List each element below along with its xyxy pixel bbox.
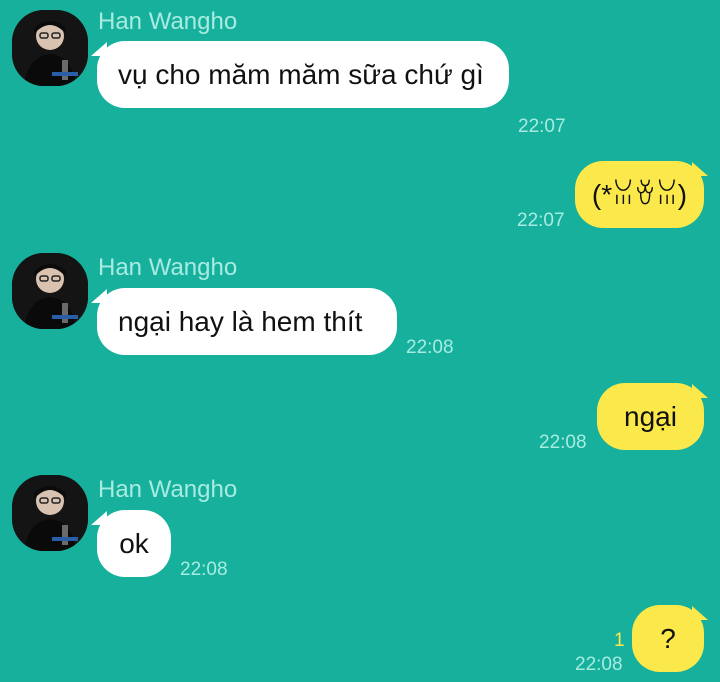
bubble-tail [692,162,708,176]
message-timestamp: 22:08 [180,559,228,580]
message-timestamp: 22:08 [539,432,587,453]
message-text: ngại [624,401,677,432]
message-timestamp: 22:07 [518,116,566,137]
message-timestamp: 22:08 [406,337,454,358]
message-timestamp: 22:07 [517,210,565,231]
avatar[interactable] [12,10,88,86]
message-bubble-incoming[interactable]: ngại hay là hem thít [97,288,397,355]
message-bubble-incoming[interactable]: vụ cho măm măm sữa chứ gì [97,41,509,108]
sender-name: Han Wangho [98,8,238,35]
message-timestamp: 22:08 [575,654,623,675]
message-text: ? [660,623,676,654]
bubble-tail [692,384,708,398]
avatar[interactable] [12,253,88,329]
message-text: ok [119,528,149,559]
message-bubble-incoming[interactable]: ok [97,510,171,577]
message-bubble-outgoing[interactable]: (*ꈍꈊꈍ) [575,161,704,228]
unread-count: 1 [614,630,625,651]
avatar[interactable] [12,475,88,551]
sender-name: Han Wangho [98,254,238,281]
message-text: ngại hay là hem thít [118,306,363,337]
message-text: (*ꈍꈊꈍ) [591,179,688,210]
sender-name: Han Wangho [98,476,238,503]
message-text: vụ cho măm măm sữa chứ gì [118,59,484,90]
message-bubble-outgoing[interactable]: ngại [597,383,704,450]
bubble-tail [692,606,708,620]
